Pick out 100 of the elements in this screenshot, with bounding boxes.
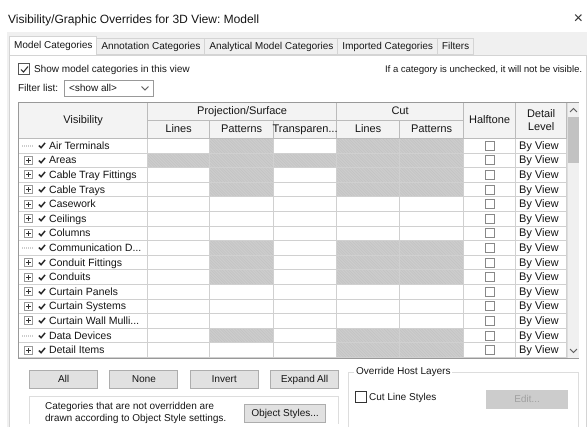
override-cell[interactable] <box>210 284 274 300</box>
expand-icon[interactable] <box>24 170 32 180</box>
override-cell[interactable] <box>337 226 400 242</box>
checkbox[interactable] <box>484 316 494 326</box>
shaded-cell[interactable] <box>400 139 464 154</box>
override-cell[interactable] <box>148 328 210 344</box>
shaded-cell[interactable] <box>210 328 274 344</box>
detail-level-cell[interactable]: By View <box>516 197 567 212</box>
override-cell[interactable] <box>274 300 337 314</box>
detail-level-cell[interactable]: By View <box>516 343 567 358</box>
object-styles-button[interactable]: Object Styles... <box>244 404 326 423</box>
shaded-cell[interactable] <box>400 256 464 270</box>
shaded-cell[interactable] <box>337 270 400 285</box>
detail-level-cell[interactable]: By View <box>516 168 567 183</box>
override-cell[interactable] <box>274 256 337 270</box>
detail-level-cell[interactable]: By View <box>516 256 567 270</box>
action-button[interactable]: All <box>29 370 98 389</box>
override-cell[interactable] <box>210 343 274 358</box>
shaded-cell[interactable] <box>337 328 400 344</box>
override-cell[interactable] <box>274 270 337 285</box>
shaded-cell[interactable] <box>210 154 274 168</box>
shaded-cell[interactable] <box>210 139 274 154</box>
override-cell[interactable] <box>210 300 274 314</box>
scrollbar-thumb[interactable] <box>568 117 579 163</box>
expand-icon[interactable] <box>24 214 32 224</box>
shaded-cell[interactable] <box>400 270 464 285</box>
expand-icon[interactable] <box>24 316 32 326</box>
checkbox[interactable] <box>484 184 494 195</box>
override-cell[interactable] <box>274 168 337 183</box>
shaded-cell[interactable] <box>400 241 464 256</box>
override-cell[interactable] <box>274 226 337 242</box>
checkbox[interactable] <box>484 170 494 180</box>
detail-level-cell[interactable]: By View <box>516 139 567 154</box>
shaded-cell[interactable] <box>337 139 400 154</box>
override-cell[interactable] <box>148 212 210 227</box>
checkbox[interactable] <box>484 199 494 210</box>
shaded-cell[interactable] <box>337 256 400 270</box>
override-cell[interactable] <box>274 197 337 212</box>
detail-level-cell[interactable]: By View <box>516 270 567 285</box>
override-cell[interactable] <box>274 314 337 329</box>
shaded-cell[interactable] <box>210 270 274 285</box>
detail-level-cell[interactable]: By View <box>516 284 567 300</box>
override-cell[interactable] <box>148 343 210 358</box>
override-cell[interactable] <box>210 226 274 242</box>
checkbox[interactable] <box>484 272 494 282</box>
checkbox[interactable] <box>484 301 494 312</box>
override-cell[interactable] <box>148 256 210 270</box>
tab[interactable]: Annotation Categories <box>96 38 206 55</box>
override-cell[interactable] <box>210 212 274 227</box>
expand-icon[interactable] <box>24 185 32 194</box>
detail-level-cell[interactable]: By View <box>516 328 567 344</box>
override-cell[interactable] <box>148 241 210 256</box>
override-cell[interactable] <box>210 314 274 329</box>
override-cell[interactable] <box>400 300 464 314</box>
detail-level-cell[interactable]: By View <box>516 241 567 256</box>
shaded-cell[interactable] <box>400 182 464 198</box>
shaded-cell[interactable] <box>210 256 274 270</box>
expand-icon[interactable] <box>24 258 32 268</box>
shaded-cell[interactable] <box>337 168 400 183</box>
expand-icon[interactable] <box>24 156 32 165</box>
override-cell[interactable] <box>148 168 210 183</box>
override-cell[interactable] <box>400 197 464 212</box>
override-cell[interactable] <box>148 314 210 329</box>
override-cell[interactable] <box>148 182 210 198</box>
shaded-cell[interactable] <box>400 154 464 168</box>
checkbox[interactable] <box>355 391 367 404</box>
filter-dropdown[interactable]: <show all> <box>64 80 154 97</box>
override-cell[interactable] <box>274 139 337 154</box>
tab[interactable]: Analytical Model Categories <box>204 38 338 55</box>
checkbox[interactable] <box>484 228 494 238</box>
checkbox[interactable] <box>484 140 494 151</box>
override-cell[interactable] <box>400 226 464 242</box>
override-cell[interactable] <box>148 226 210 242</box>
tab[interactable]: Model Categories <box>9 36 98 55</box>
action-button[interactable]: Expand All <box>270 370 339 389</box>
detail-level-cell[interactable]: By View <box>516 314 567 329</box>
checkbox[interactable] <box>484 345 494 356</box>
override-cell[interactable] <box>274 328 337 344</box>
expand-icon[interactable] <box>24 272 32 282</box>
override-cell[interactable] <box>274 182 337 198</box>
override-cell[interactable] <box>148 284 210 300</box>
checkbox[interactable] <box>484 214 494 224</box>
close-button[interactable]: × <box>574 10 583 28</box>
shaded-cell[interactable] <box>210 241 274 256</box>
override-cell[interactable] <box>400 212 464 227</box>
override-cell[interactable] <box>274 212 337 227</box>
override-cell[interactable] <box>337 300 400 314</box>
override-cell[interactable] <box>400 284 464 300</box>
override-cell[interactable] <box>400 314 464 329</box>
override-cell[interactable] <box>337 314 400 329</box>
checkbox[interactable] <box>484 155 494 166</box>
override-cell[interactable] <box>337 284 400 300</box>
override-cell[interactable] <box>148 270 210 285</box>
detail-level-cell[interactable]: By View <box>516 300 567 314</box>
shaded-cell[interactable] <box>210 182 274 198</box>
shaded-cell[interactable] <box>337 182 400 198</box>
shaded-cell[interactable] <box>337 241 400 256</box>
detail-level-cell[interactable]: By View <box>516 226 567 242</box>
override-cell[interactable] <box>337 197 400 212</box>
expand-icon[interactable] <box>24 287 32 296</box>
